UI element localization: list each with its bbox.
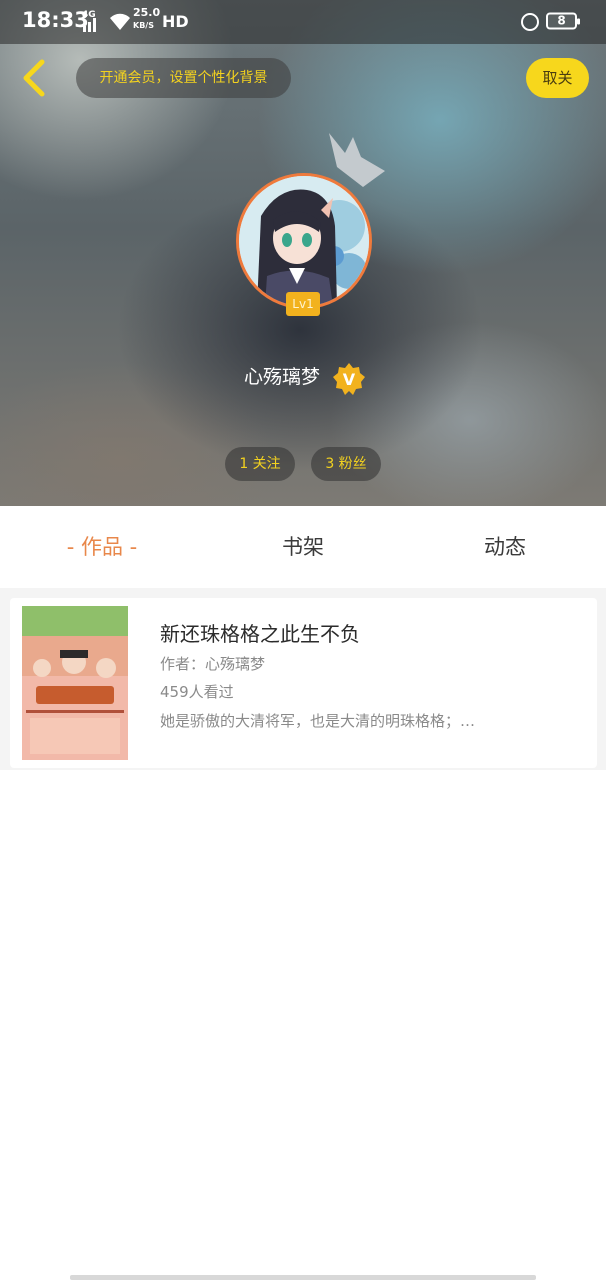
book-author: 作者：心殇璃梦 — [160, 655, 266, 673]
battery-level: 8 — [557, 13, 566, 28]
rotation-lock-icon — [521, 13, 539, 31]
v-badge-icon: V — [333, 363, 365, 395]
tab-bookshelf[interactable]: 书架 — [243, 506, 363, 588]
fans-count-button[interactable]: 3 粉丝 — [311, 447, 381, 481]
tab-works[interactable]: - 作品 - — [40, 506, 164, 588]
level-badge: Lv1 — [286, 292, 320, 316]
book-description: 她是骄傲的大清将军，也是大清的明珠格格；… — [160, 712, 476, 730]
vip-background-banner[interactable]: 开通会员，设置个性化背景 — [76, 58, 291, 98]
status-bar: 18:33 4G 25.0 KB/S HD 8 — [0, 0, 606, 44]
list-item[interactable]: 新还珠格格之此生不负 作者：心殇璃梦 459人看过 她是骄傲的大清将军，也是大清… — [10, 598, 597, 768]
net-speed-value: 25.0 — [133, 6, 161, 19]
net-speed: 25.0 KB/S — [133, 7, 160, 32]
unfollow-button[interactable]: 取关 — [526, 58, 589, 98]
svg-text:V: V — [343, 370, 356, 389]
avatar[interactable] — [236, 173, 372, 309]
avatar-image — [239, 176, 369, 306]
following-count-button[interactable]: 1 关注 — [225, 447, 295, 481]
profile-header: 18:33 4G 25.0 KB/S HD 8 开通会员，设置个性化背景 取关 — [0, 0, 606, 506]
net-speed-unit: KB/S — [133, 21, 154, 30]
back-button[interactable] — [14, 56, 54, 100]
book-views: 459人看过 — [160, 683, 234, 701]
status-time: 18:33 — [22, 8, 89, 32]
tab-activity[interactable]: 动态 — [445, 506, 565, 588]
home-indicator[interactable] — [70, 1275, 536, 1280]
profile-tabs: - 作品 - 书架 动态 — [0, 506, 606, 588]
battery-icon: 8 — [546, 12, 580, 30]
book-cover — [22, 606, 128, 760]
book-title[interactable]: 新还珠格格之此生不负 — [160, 618, 360, 647]
username: 心殇璃梦 — [244, 366, 321, 388]
hd-indicator: HD — [162, 12, 189, 31]
